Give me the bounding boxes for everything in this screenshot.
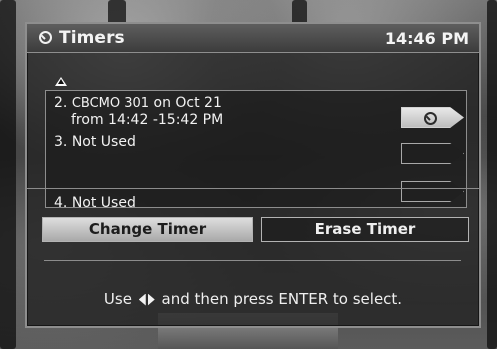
help-suffix: and then press ENTER to select. bbox=[161, 290, 403, 308]
timer-flag[interactable] bbox=[401, 181, 464, 202]
help-text: Use and then press ENTER to select. bbox=[27, 290, 479, 308]
timer-item-3[interactable]: 3. Not Used bbox=[54, 134, 136, 150]
background-tree-right bbox=[487, 0, 497, 349]
timer-item-2[interactable]: 2. CBCMO 301 on Oct 21 from 14:42 -15:42… bbox=[54, 95, 223, 128]
timer-list: 2. CBCMO 301 on Oct 21 from 14:42 -15:42… bbox=[45, 90, 467, 208]
background-tree-left bbox=[0, 0, 16, 349]
timer-time: from 14:42 -15:42 PM bbox=[71, 112, 224, 128]
clock-icon bbox=[39, 31, 52, 44]
window-title: Timers bbox=[59, 28, 125, 48]
timer-number: 3. bbox=[54, 134, 68, 150]
timer-status: Not Used bbox=[71, 195, 136, 208]
help-prefix: Use bbox=[103, 290, 132, 308]
current-time: 14:46 PM bbox=[384, 29, 469, 48]
left-right-arrows-icon bbox=[138, 294, 156, 306]
tv-screen: Timers 14:46 PM 2. CBCMO 301 on Oct 21 f… bbox=[0, 0, 497, 349]
clock-icon bbox=[424, 112, 437, 125]
up-arrow-icon[interactable] bbox=[55, 77, 67, 86]
timer-number: 4. bbox=[54, 195, 68, 208]
timer-date: on Oct 21 bbox=[153, 95, 222, 111]
timer-flag[interactable] bbox=[401, 143, 464, 164]
erase-timer-button[interactable]: Erase Timer bbox=[261, 217, 469, 242]
divider bbox=[44, 260, 461, 261]
timers-panel: Timers 14:46 PM 2. CBCMO 301 on Oct 21 f… bbox=[25, 22, 481, 328]
timer-item-4[interactable]: 4. Not Used bbox=[54, 195, 136, 208]
timer-channel: CBCMO 301 bbox=[71, 96, 150, 111]
title-bar: Timers 14:46 PM bbox=[27, 24, 479, 53]
timer-status: Not Used bbox=[71, 134, 136, 150]
divider bbox=[27, 188, 479, 189]
selected-timer-flag[interactable] bbox=[401, 107, 464, 128]
timer-number: 2. bbox=[54, 95, 68, 111]
change-timer-button[interactable]: Change Timer bbox=[42, 217, 253, 242]
